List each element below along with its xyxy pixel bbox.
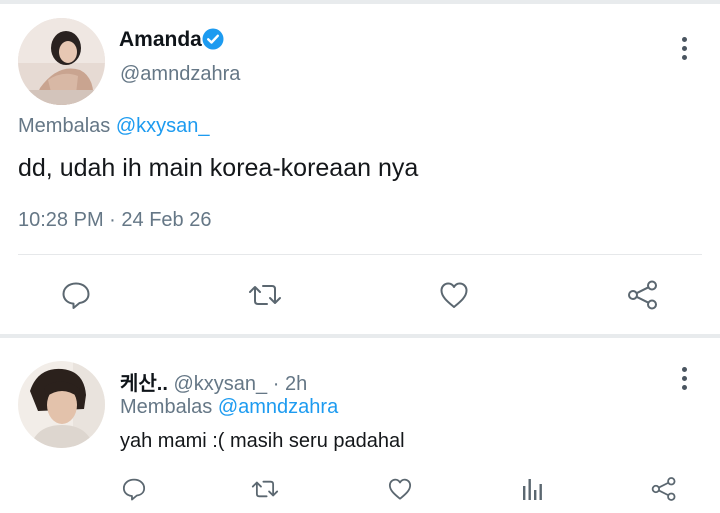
tweet-more-menu-icon[interactable]: [679, 37, 689, 60]
like-button[interactable]: [436, 277, 472, 313]
reply-header-separator: ·: [272, 373, 280, 395]
reply-author-name[interactable]: 케산..: [120, 373, 168, 395]
share-icon: [628, 280, 657, 310]
reply-text: yah mami :( masih seru padahal: [120, 430, 405, 452]
share-button[interactable]: [625, 277, 661, 313]
author-handle[interactable]: @amndzahra: [120, 63, 240, 86]
amanda-avatar[interactable]: [18, 18, 105, 105]
tweet-time: 10:28 PM: [18, 209, 104, 231]
reply-age: 2h: [284, 373, 308, 395]
tweet-date: 24 Feb 26: [121, 209, 212, 231]
replying-to-link[interactable]: @kxysan_: [116, 115, 210, 137]
share-icon: [651, 477, 676, 501]
reply-replying-to-line: Membalas @amndzahra: [120, 396, 338, 419]
reply-author-handle[interactable]: @kxysan_: [173, 373, 267, 395]
reply-replying-to-link[interactable]: @amndzahra: [218, 396, 338, 418]
replying-to-label: Membalas: [18, 115, 111, 137]
section-divider: [0, 334, 720, 338]
timestamp-separator: ·: [109, 209, 116, 231]
reply-like-button[interactable]: [385, 474, 415, 504]
reply-icon: [122, 478, 146, 501]
verified-badge-icon: [202, 28, 224, 55]
author-name[interactable]: Amanda: [119, 28, 202, 52]
reply-replying-to-label: Membalas: [120, 396, 213, 418]
analytics-icon: [523, 479, 542, 500]
reply-retweet-button[interactable]: [249, 474, 281, 504]
like-icon: [388, 478, 412, 500]
tweet-timestamp: 10:28 PM · 24 Feb 26: [18, 209, 211, 232]
stats-divider: [18, 254, 702, 255]
reply-reply-button[interactable]: [119, 474, 149, 504]
replying-to-line: Membalas @kxysan_: [18, 115, 210, 138]
retweet-icon: [249, 285, 281, 305]
kxysan-avatar[interactable]: [18, 361, 105, 448]
reply-header: 케산.. @kxysan_ · 2h: [120, 367, 307, 396]
retweet-icon: [251, 480, 279, 498]
reply-icon: [62, 282, 90, 309]
tweet-text: dd, udah ih main korea-koreaan nya: [18, 154, 419, 182]
like-icon: [440, 282, 468, 308]
reply-button[interactable]: [58, 277, 94, 313]
reply-more-menu-icon[interactable]: [679, 367, 689, 390]
reply-analytics-button[interactable]: [517, 474, 547, 504]
retweet-button[interactable]: [246, 277, 284, 313]
reply-share-button[interactable]: [649, 474, 679, 504]
top-divider: [0, 0, 720, 4]
